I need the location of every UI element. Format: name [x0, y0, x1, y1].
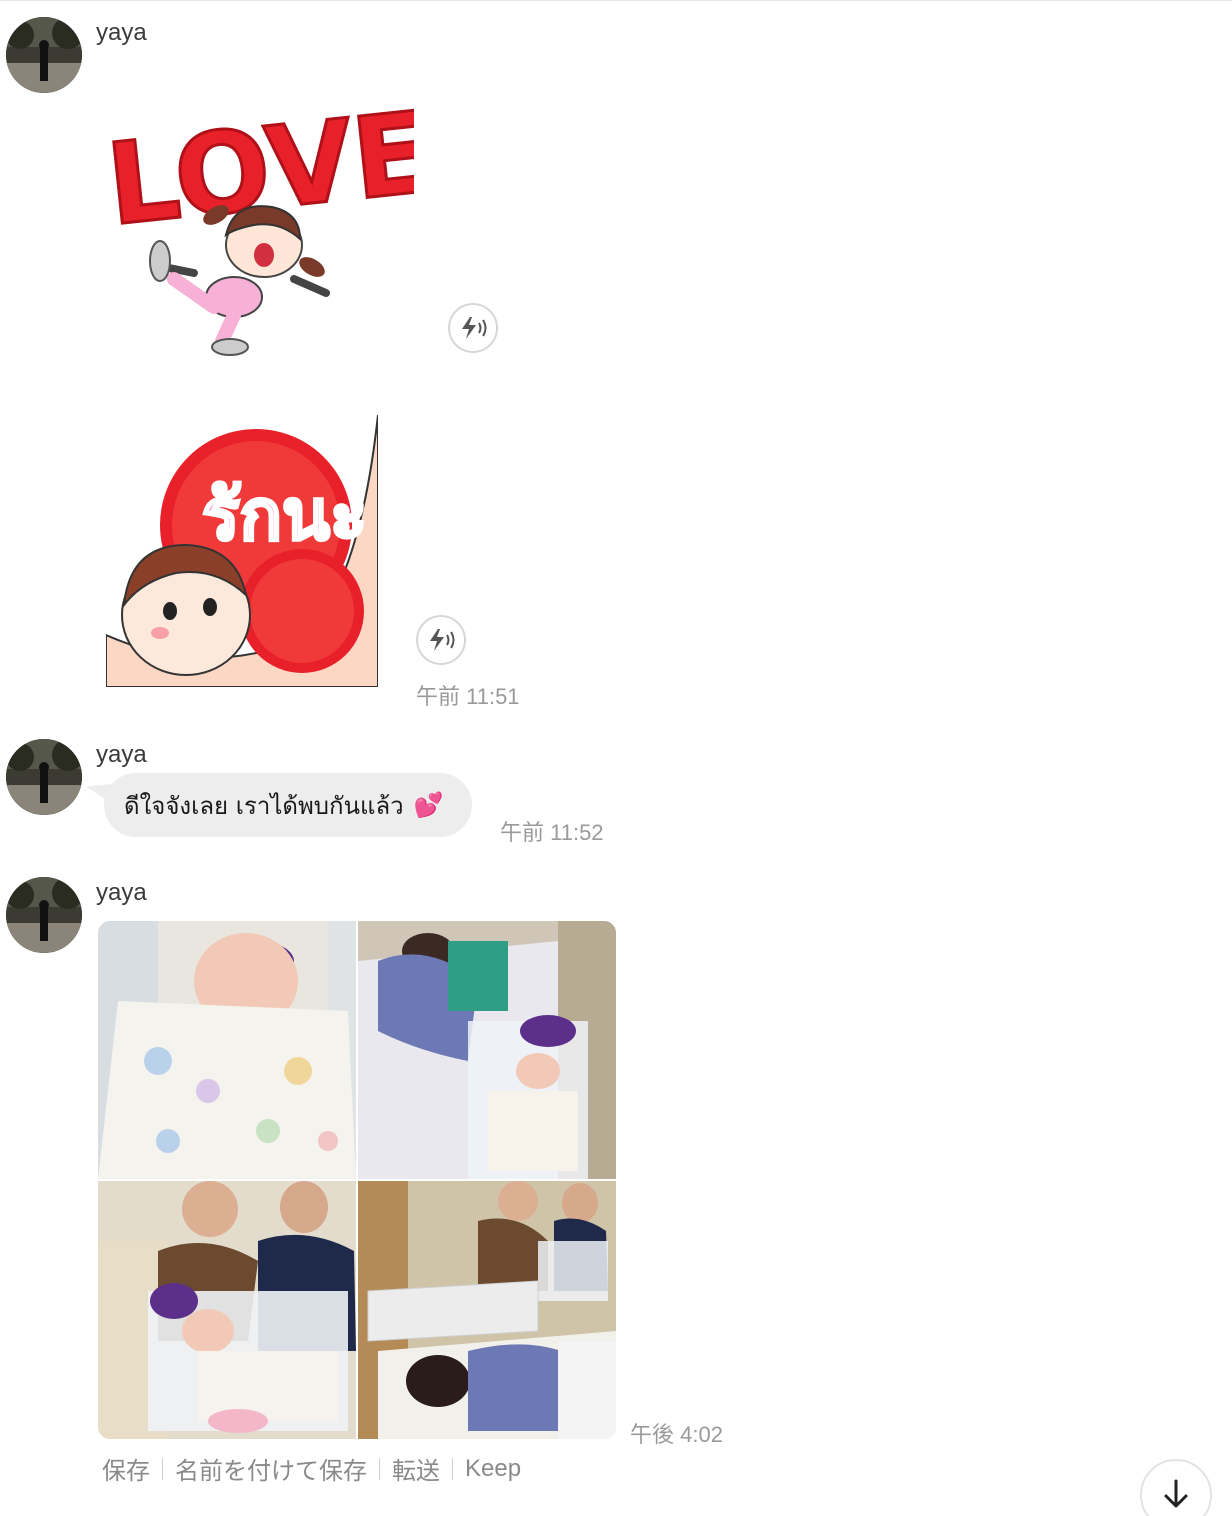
sound-play-icon	[430, 629, 455, 651]
sender-name: yaya	[96, 741, 147, 768]
photo-newborn-closeup[interactable]	[98, 921, 356, 1179]
love-you-sticker[interactable]: รักนะ	[106, 415, 378, 687]
message-timestamp: 午後 4:02	[630, 1422, 723, 1447]
avatar[interactable]	[6, 877, 82, 953]
avatar[interactable]	[6, 739, 82, 815]
photo-album[interactable]	[98, 921, 616, 1439]
save-as-link[interactable]: 名前を付けて保存	[175, 1451, 367, 1486]
sender-name: yaya	[96, 19, 147, 46]
sound-play-icon	[462, 317, 487, 339]
scroll-to-bottom-button[interactable]	[1140, 1459, 1212, 1516]
heart-emoji: 💕	[413, 791, 444, 819]
love-sticker[interactable]: LOVE	[104, 97, 414, 359]
message-bubble[interactable]: ดีใจจังเลย เราได้พบกันแล้ว 💕	[104, 773, 472, 837]
keep-link[interactable]: Keep	[465, 1455, 521, 1483]
message-text: ดีใจจังเลย เราได้พบกันแล้ว	[124, 791, 404, 820]
sound-play-button[interactable]	[448, 303, 498, 353]
divider	[379, 1457, 380, 1480]
message-timestamp: 午前 11:52	[500, 820, 604, 845]
sticker-text: รักนะ	[202, 474, 367, 556]
sound-play-button[interactable]	[416, 615, 466, 665]
save-link[interactable]: 保存	[102, 1451, 150, 1486]
divider	[162, 1457, 163, 1480]
arrow-down-icon	[1164, 1479, 1188, 1508]
photo-action-bar: 保存 名前を付けて保存 転送 Keep	[102, 1451, 521, 1486]
photo-family-room[interactable]	[358, 1181, 616, 1439]
forward-link[interactable]: 転送	[392, 1451, 440, 1486]
photo-mother-in-bed[interactable]	[358, 921, 616, 1179]
divider	[452, 1457, 453, 1480]
sender-name: yaya	[96, 879, 147, 906]
chat-view: yaya LOVE รักนะ 午前 11:51 yaya ดีใจจังเลย…	[0, 0, 1232, 1516]
message-timestamp: 午前 11:51	[416, 684, 520, 709]
photo-grandparents[interactable]	[98, 1181, 356, 1439]
avatar[interactable]	[6, 17, 82, 93]
